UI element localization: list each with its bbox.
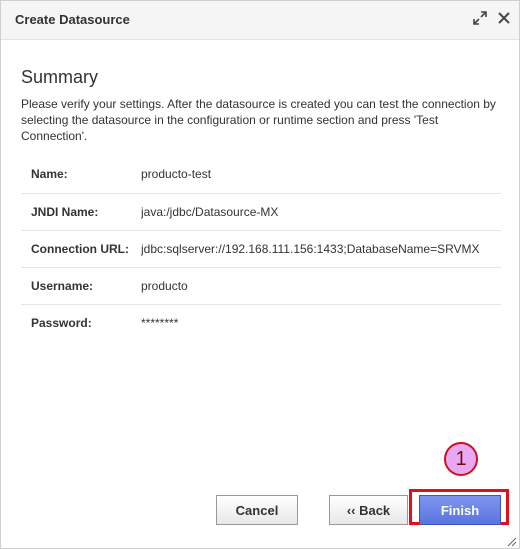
resize-grip-icon[interactable] — [505, 534, 517, 547]
summary-table: Name: producto-test JNDI Name: java:/jdb… — [21, 156, 501, 341]
create-datasource-dialog: Create Datasource Summary Please verify … — [0, 0, 520, 549]
maximize-icon[interactable] — [473, 11, 487, 25]
table-row: Password: ******** — [21, 304, 501, 341]
row-value-jndi: java:/jdbc/Datasource-MX — [131, 193, 501, 231]
dialog-title: Create Datasource — [15, 12, 130, 27]
row-label-jndi: JNDI Name: — [21, 193, 131, 231]
row-value-name: producto-test — [131, 156, 501, 194]
dialog-titlebar: Create Datasource — [1, 1, 519, 40]
close-icon[interactable] — [497, 11, 511, 25]
table-row: Name: producto-test — [21, 156, 501, 194]
row-value-connection-url: jdbc:sqlserver://192.168.111.156:1433;Da… — [131, 230, 501, 268]
finish-button[interactable]: Finish — [419, 495, 501, 525]
table-row: Connection URL: jdbc:sqlserver://192.168… — [21, 230, 501, 268]
dialog-button-bar: Cancel ‹‹ Back Finish — [1, 489, 519, 531]
row-label-connection-url: Connection URL: — [21, 230, 131, 268]
row-label-name: Name: — [21, 156, 131, 194]
row-label-password: Password: — [31, 315, 92, 330]
summary-heading: Summary — [21, 67, 99, 87]
back-button[interactable]: ‹‹ Back — [329, 495, 408, 525]
summary-content: Summary Please verify your settings. Aft… — [21, 67, 501, 341]
summary-description: Please verify your settings. After the d… — [21, 97, 496, 143]
table-row: Username: producto — [21, 267, 501, 305]
row-value-username: producto — [131, 267, 501, 305]
cancel-button[interactable]: Cancel — [216, 495, 298, 525]
step-annotation-badge: 1 — [444, 442, 478, 476]
row-label-username: Username: — [21, 267, 131, 305]
row-value-password: ******** — [141, 315, 179, 330]
titlebar-controls — [473, 11, 511, 25]
table-row: JNDI Name: java:/jdbc/Datasource-MX — [21, 193, 501, 231]
